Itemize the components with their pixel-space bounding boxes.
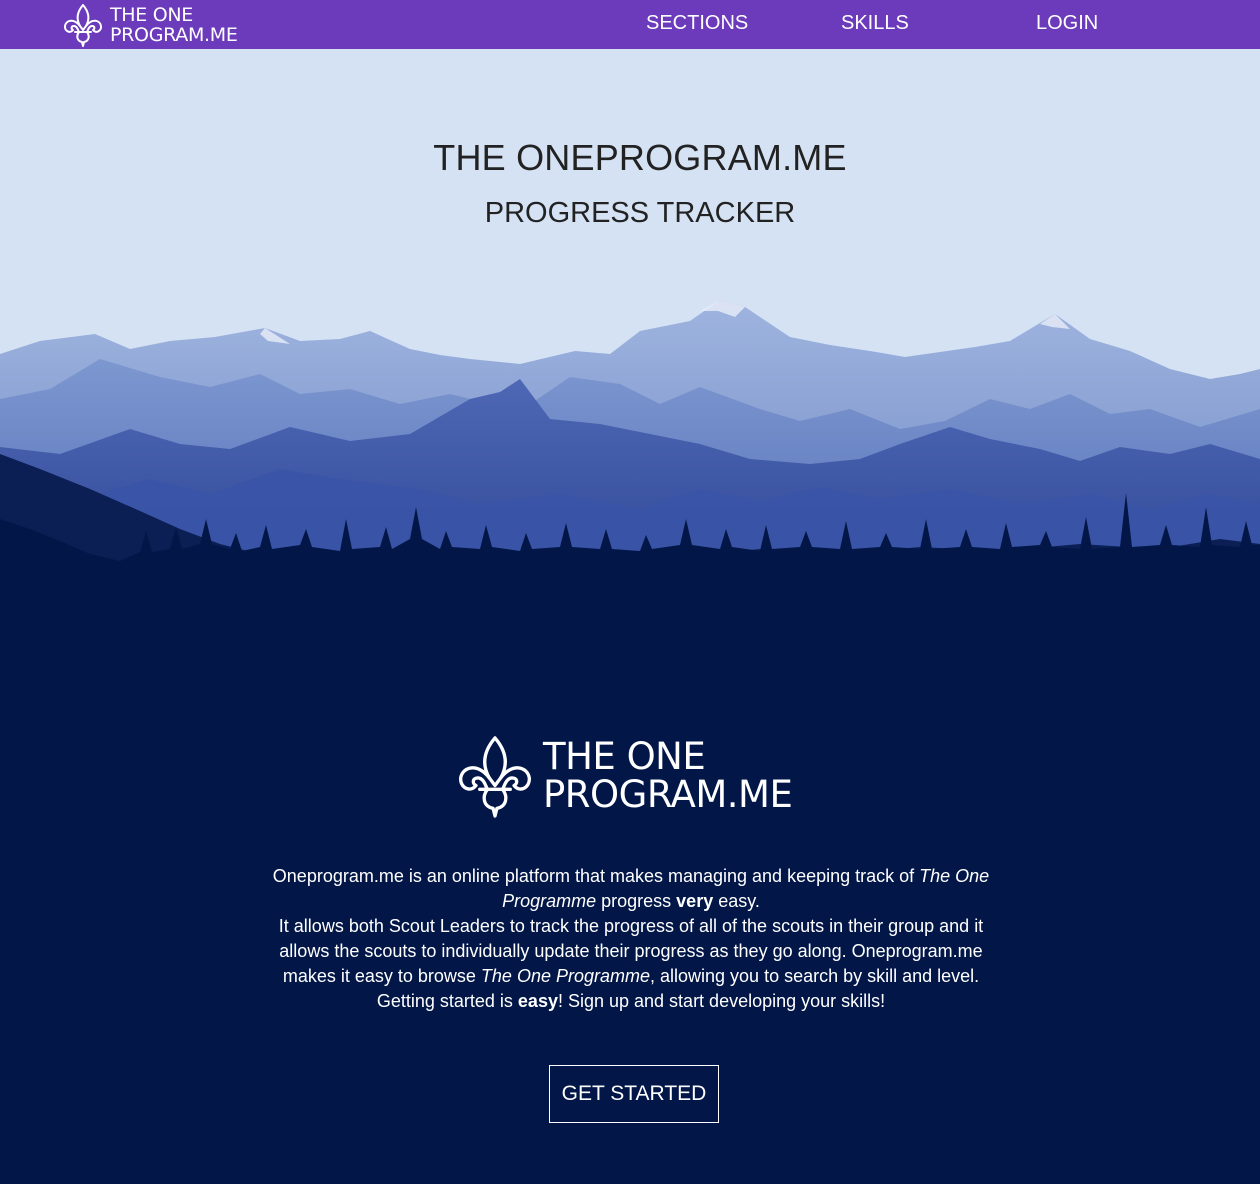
intro-text: easy. (713, 891, 760, 911)
get-started-button[interactable]: GET STARTED (549, 1065, 719, 1123)
top-navbar: THE ONE PROGRAM.ME SECTIONS SKILLS LOGIN (0, 0, 1260, 49)
intro-paragraph: Oneprogram.me is an online platform that… (270, 864, 992, 1014)
brand-wordmark: THE ONE PROGRAM.ME (110, 5, 238, 45)
hero-subtitle: PROGRESS TRACKER (484, 197, 796, 229)
brand-line-1: THE ONE (110, 4, 194, 26)
hero-banner: THE ONEPROGRAM.ME PROGRESS TRACKER (0, 49, 1260, 590)
intro-emphasis: very (676, 891, 714, 911)
nav-login-link[interactable]: LOGIN (1036, 11, 1098, 35)
mountain-landscape-illustration (0, 300, 1260, 590)
intro-text: Getting started is (376, 991, 518, 1011)
intro-text: , allowing you to search by skill and le… (650, 966, 980, 986)
brand-line-2: PROGRAM.ME (110, 24, 238, 46)
nav-sections-link[interactable]: SECTIONS (646, 11, 748, 35)
brand-logo-link[interactable]: THE ONE PROGRAM.ME (62, 3, 238, 47)
fleur-de-lis-icon (63, 4, 103, 47)
intro-text: progress (596, 891, 677, 911)
nav-skills-link[interactable]: SKILLS (841, 11, 909, 35)
main-logo: THE ONE PROGRAM.ME (455, 733, 793, 819)
main-logo-line-1: THE ONE (543, 735, 706, 778)
intro-programme-name: The One Programme (480, 966, 650, 986)
fleur-de-lis-icon (459, 736, 531, 818)
intro-emphasis: easy (517, 991, 558, 1011)
hero-title: THE ONEPROGRAM.ME (433, 137, 847, 178)
main-logo-line-2: PROGRAM.ME (543, 773, 793, 816)
intro-text: ! Sign up and start developing your skil… (557, 991, 886, 1011)
intro-text: Oneprogram.me is an online platform that… (272, 866, 920, 886)
main-logo-wordmark: THE ONE PROGRAM.ME (543, 735, 793, 816)
